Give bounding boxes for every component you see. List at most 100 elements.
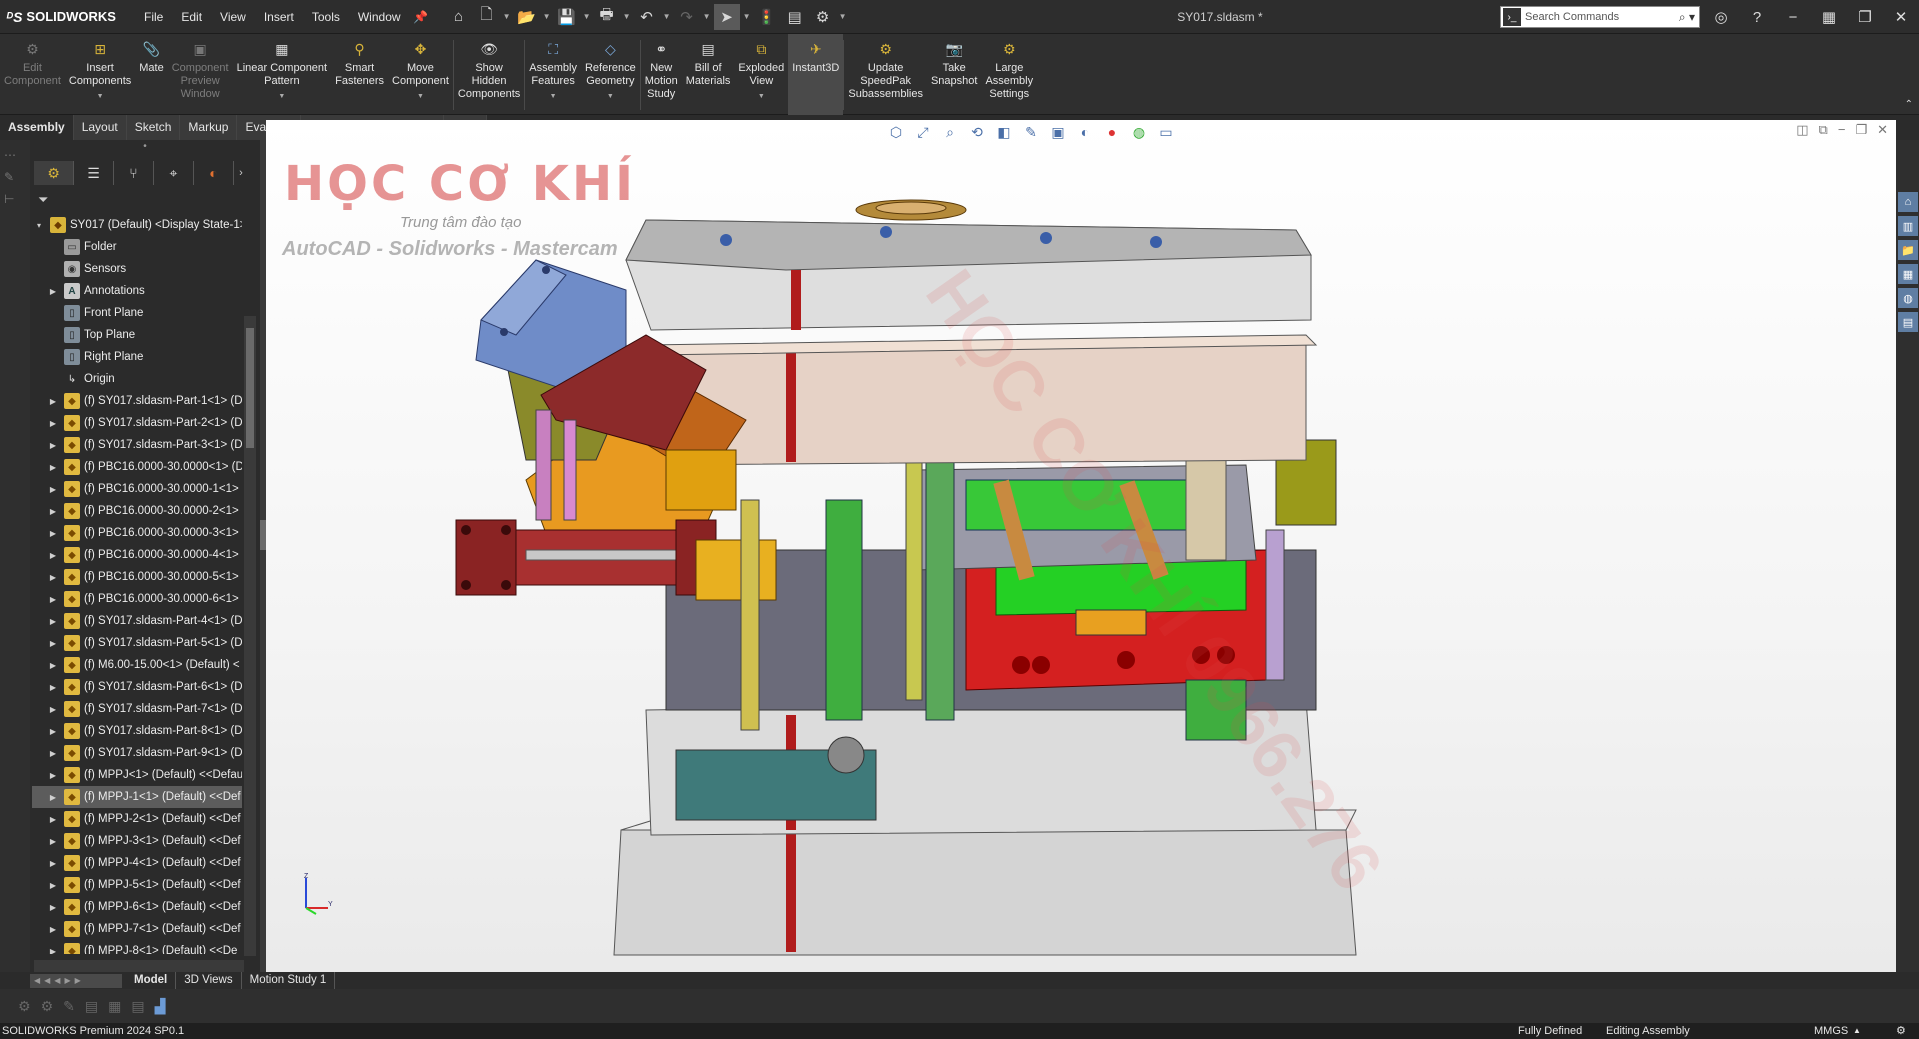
expand-arrow-icon[interactable]: ▶ <box>46 595 60 604</box>
minimize-icon[interactable]: − <box>1775 9 1811 26</box>
expand-arrow-icon[interactable]: ▶ <box>46 705 60 714</box>
tree-item[interactable]: ▶ ◆ (f) SY017.sldasm-Part-6<1> (D <box>32 676 242 698</box>
tree-item[interactable]: ▶ ◆ (f) M6.00-15.00<1> (Default) < <box>32 654 242 676</box>
display-manager-tab-icon[interactable]: ◐ <box>194 161 234 185</box>
expand-arrow-icon[interactable]: ▶ <box>46 617 60 626</box>
take-snapshot-button[interactable]: 📷 Take Snapshot <box>927 34 981 115</box>
configuration-manager-tab-icon[interactable]: ⑂ <box>114 161 154 185</box>
tree-item[interactable]: ▶ ◆ (f) SY017.sldasm-Part-9<1> (D <box>32 742 242 764</box>
expand-arrow-icon[interactable]: ▶ <box>46 551 60 560</box>
tree-item[interactable]: ◉ Sensors <box>32 258 242 280</box>
open-icon[interactable]: 📂 <box>514 4 540 30</box>
expand-arrow-icon[interactable]: ▶ <box>46 815 60 824</box>
tab-layout[interactable]: Layout <box>73 115 127 140</box>
expand-arrow-icon[interactable]: ▶ <box>46 441 60 450</box>
tree-item[interactable]: ▶ ◆ (f) MPPJ-5<1> (Default) <<Def <box>32 874 242 896</box>
expand-arrow-icon[interactable]: ▶ <box>46 419 60 428</box>
linear-component-pattern-button[interactable]: ▦ Linear Component Pattern ▼ <box>233 34 332 115</box>
dimension-icon[interactable]: ⊢ <box>4 192 24 206</box>
undo-icon[interactable]: ↶ <box>634 4 660 30</box>
tree-item[interactable]: ▶ ◆ (f) MPPJ-3<1> (Default) <<Def <box>32 830 242 852</box>
tree-item[interactable]: ▶ ◆ (f) MPPJ-7<1> (Default) <<Def <box>32 918 242 940</box>
expand-arrow-icon[interactable]: ▶ <box>46 661 60 670</box>
redo-icon[interactable]: ↷ <box>674 4 700 30</box>
restore-icon[interactable]: ❐ <box>1847 8 1883 26</box>
options-gear-icon[interactable]: ⚙ <box>810 4 836 30</box>
tree-item[interactable]: ▶ ◆ (f) MPPJ<1> (Default) <<Defau <box>32 764 242 786</box>
expand-arrow-icon[interactable]: ▶ <box>46 947 60 955</box>
motion-icon[interactable]: ⚙ <box>41 998 54 1015</box>
design-library-icon[interactable]: ▥ <box>1898 216 1918 236</box>
tree-item[interactable]: ▭ Folder <box>32 236 242 258</box>
tree-item[interactable]: ▯ Right Plane <box>32 346 242 368</box>
custom-properties-icon[interactable]: ▤ <box>1898 312 1918 332</box>
dimxpert-manager-tab-icon[interactable]: ⌖ <box>154 161 194 185</box>
motion-icon[interactable]: ▤ <box>85 998 98 1015</box>
tree-item[interactable]: ▶ ◆ (f) MPPJ-4<1> (Default) <<Def <box>32 852 242 874</box>
tree-item[interactable]: ▶ ◆ (f) PBC16.0000-30.0000-4<1> ( <box>32 544 242 566</box>
graphics-area[interactable]: ⬡ ⤢ ⌕ ⟲ ◧ ✎ ▣ ◐ ● ◍ ▭ ◫ ⧉ − ❐ ✕ HỌC CƠ K… <box>266 120 1896 972</box>
filter-icon[interactable]: ⏷ <box>38 192 48 208</box>
menu-view[interactable]: View <box>211 0 255 34</box>
tree-item[interactable]: ▶ ◆ (f) SY017.sldasm-Part-4<1> (D <box>32 610 242 632</box>
panel-grip[interactable]: • <box>30 140 260 154</box>
tab-markup[interactable]: Markup <box>180 115 238 140</box>
expand-arrow-icon[interactable]: ▶ <box>46 463 60 472</box>
tree-item[interactable]: ▶ ◆ (f) PBC16.0000-30.0000-3<1> ( <box>32 522 242 544</box>
exploded-view-button[interactable]: ⧉ Exploded View ▼ <box>734 34 788 115</box>
expand-arrow-icon[interactable]: ▶ <box>46 397 60 406</box>
tree-horizontal-scrollbar[interactable] <box>34 960 244 972</box>
expand-arrow-icon[interactable]: ▶ <box>46 287 60 296</box>
show-hidden-components-button[interactable]: 👁 Show Hidden Components <box>454 34 524 115</box>
save-icon[interactable]: 💾 <box>554 4 580 30</box>
close-icon[interactable]: ✕ <box>1883 8 1919 26</box>
search-commands-box[interactable]: ›_ Search Commands ⌕ ▾ <box>1500 6 1700 28</box>
reference-geometry-button[interactable]: ◇ Reference Geometry ▼ <box>581 34 640 115</box>
tab-sketch[interactable]: Sketch <box>126 115 181 140</box>
tree-item[interactable]: ↳ Origin <box>32 368 242 390</box>
menu-tools[interactable]: Tools <box>303 0 349 34</box>
expand-arrow-icon[interactable]: ▶ <box>46 881 60 890</box>
chevron-down-icon[interactable]: ▼ <box>550 90 557 103</box>
collapse-arrow-icon[interactable]: ▾ <box>32 221 46 230</box>
expand-arrow-icon[interactable]: ▶ <box>46 925 60 934</box>
tab-scroll-arrows-icon[interactable]: ◀◀◀▶▶ <box>30 973 122 988</box>
expand-arrow-icon[interactable]: ▶ <box>46 859 60 868</box>
select-cursor-icon[interactable]: ➤ <box>713 3 740 30</box>
tab-motion-study-1[interactable]: Motion Study 1 <box>242 972 336 989</box>
chevron-up-icon[interactable]: ▲ <box>1853 1023 1861 1039</box>
chevron-down-icon[interactable]: ▼ <box>582 12 592 21</box>
property-manager-tab-icon[interactable]: ☰ <box>74 161 114 185</box>
solidworks-resources-icon[interactable]: ⌂ <box>1898 192 1918 212</box>
home-icon[interactable]: ⌂ <box>446 4 472 30</box>
tree-item[interactable]: ▶ A Annotations <box>32 280 242 302</box>
chevron-down-icon[interactable]: ▼ <box>502 12 512 21</box>
collapse-ribbon-icon[interactable]: ⌃ <box>1905 99 1913 110</box>
tree-item[interactable]: ▶ ◆ (f) MPPJ-2<1> (Default) <<Def <box>32 808 242 830</box>
expand-arrow-icon[interactable]: ▶ <box>46 749 60 758</box>
tree-item[interactable]: ▶ ◆ (f) PBC16.0000-30.0000-2<1> ( <box>32 500 242 522</box>
mate-button[interactable]: 📎 Mate <box>135 34 167 115</box>
smart-fasteners-button[interactable]: ⚲ Smart Fasteners <box>331 34 388 115</box>
tree-item[interactable]: ▶ ◆ (f) SY017.sldasm-Part-1<1> (D <box>32 390 242 412</box>
tree-item[interactable]: ▶ ◆ (f) PBC16.0000-30.0000<1> (De <box>32 456 242 478</box>
appearances-icon[interactable]: ◍ <box>1898 288 1918 308</box>
expand-arrow-icon[interactable]: ▶ <box>46 507 60 516</box>
expand-arrow-icon[interactable]: ▶ <box>46 639 60 648</box>
tree-item[interactable]: ▶ ◆ (f) PBC16.0000-30.0000-6<1> ( <box>32 588 242 610</box>
assembly-features-button[interactable]: ⛶ Assembly Features ▼ <box>525 34 581 115</box>
help-icon[interactable]: ? <box>1739 9 1775 26</box>
search-icon[interactable]: ⌕ ▾ <box>1679 10 1695 25</box>
tree-item[interactable]: ▶ ◆ (f) PBC16.0000-30.0000-5<1> ( <box>32 566 242 588</box>
tree-item[interactable]: ▯ Front Plane <box>32 302 242 324</box>
expand-arrow-icon[interactable]: ▶ <box>46 529 60 538</box>
tree-root[interactable]: ▾ ◆ SY017 (Default) <Display State-1> <box>32 214 242 236</box>
units-selector[interactable]: MMGS <box>1814 1023 1848 1039</box>
motion-icon[interactable]: ⚙ <box>18 998 31 1015</box>
chevron-down-icon[interactable]: ▼ <box>622 12 632 21</box>
tree-item[interactable]: ▶ ◆ (f) SY017.sldasm-Part-7<1> (D <box>32 698 242 720</box>
menu-insert[interactable]: Insert <box>255 0 303 34</box>
motion-icon[interactable]: ▦ <box>108 998 121 1015</box>
results-chart-icon[interactable]: ▟ <box>155 998 166 1015</box>
sketch-icon[interactable]: ✎ <box>4 170 24 184</box>
